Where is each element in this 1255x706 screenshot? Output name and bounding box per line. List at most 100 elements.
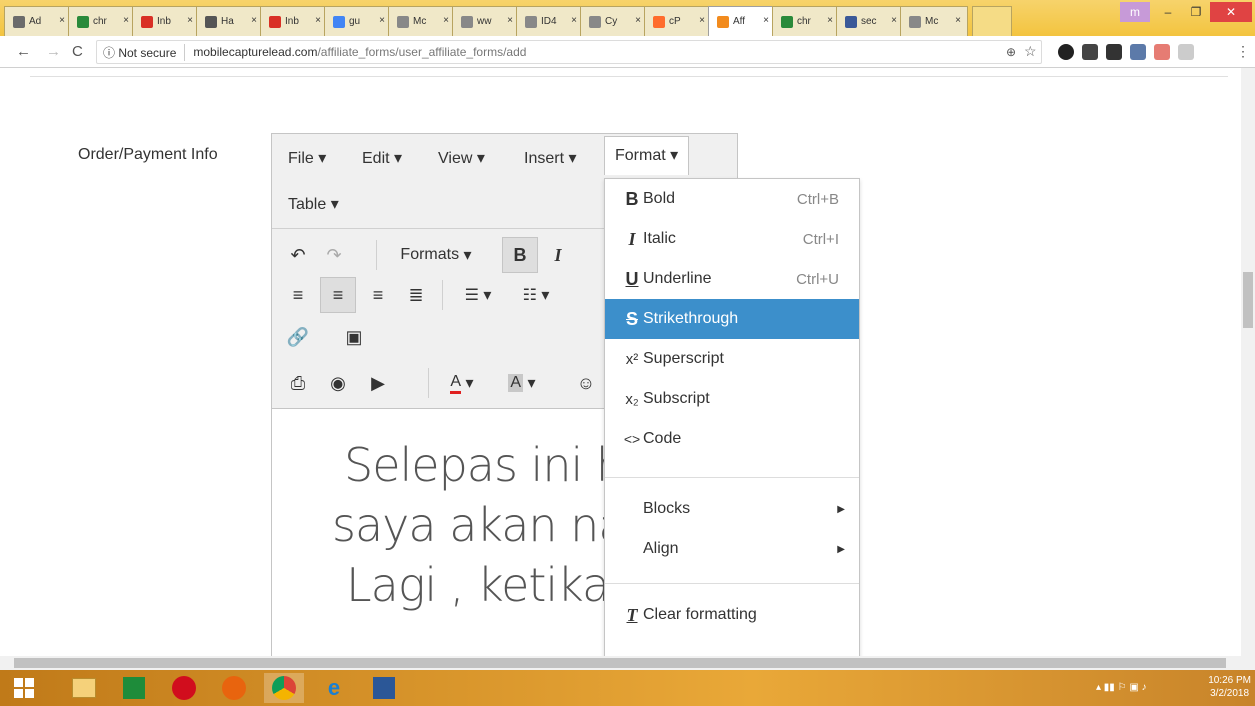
bookmark-star-icon[interactable]: ☆ <box>1024 43 1037 60</box>
field-label: Order/Payment Info <box>78 146 218 163</box>
security-indicator[interactable]: ⓘ Not secure <box>103 43 186 61</box>
browser-tab[interactable]: Aff × <box>708 6 776 36</box>
restore-button[interactable]: ❐ <box>1182 2 1210 22</box>
formats-dropdown[interactable]: Formats ▾ <box>386 237 486 273</box>
menu-table[interactable]: Table ▾ <box>288 194 339 214</box>
bold-button[interactable]: B <box>502 237 538 273</box>
close-window-button[interactable]: ✕ <box>1210 2 1252 22</box>
browser-tab[interactable]: Inb × <box>260 6 328 36</box>
menu-item-bold[interactable]: B Bold Ctrl+B <box>605 179 859 219</box>
menu-kebab-icon[interactable]: ⋮ <box>1236 43 1250 60</box>
reload-icon[interactable]: C <box>72 43 83 60</box>
menu-item-superscript[interactable]: x² Superscript <box>605 339 859 379</box>
menu-item-italic[interactable]: I Italic Ctrl+I <box>605 219 859 259</box>
chrome-icon[interactable] <box>264 673 304 703</box>
browser-tab[interactable]: chr × <box>772 6 840 36</box>
extension-icon[interactable] <box>1154 44 1170 60</box>
forward-icon[interactable]: → <box>46 43 61 60</box>
emoticons-icon[interactable]: ☺ <box>568 365 604 401</box>
browser-tab[interactable]: Mc × <box>900 6 968 36</box>
minimize-button[interactable]: – <box>1154 2 1182 22</box>
menu-item-blocks[interactable]: Blocks ▶ <box>605 489 859 529</box>
undo-icon[interactable]: ↶ <box>280 237 316 273</box>
italic-button[interactable]: I <box>540 237 576 273</box>
media-icon[interactable]: ▶ <box>360 365 396 401</box>
tab-close-icon[interactable]: × <box>379 15 385 26</box>
scrollbar-thumb[interactable] <box>14 658 1226 668</box>
menu-item-subscript[interactable]: x₂ Subscript <box>605 379 859 419</box>
tab-close-icon[interactable]: × <box>763 15 769 26</box>
browser-tab[interactable]: Ha × <box>196 6 264 36</box>
browser-tab[interactable]: gu × <box>324 6 392 36</box>
text-color-icon[interactable]: A ▾ <box>436 365 488 401</box>
menu-format[interactable]: Format ▾ <box>604 136 690 175</box>
menu-item-align[interactable]: Align ▶ <box>605 529 859 569</box>
back-icon[interactable]: ← <box>16 43 31 60</box>
extension-icon[interactable] <box>1082 44 1098 60</box>
word-icon[interactable] <box>364 673 404 703</box>
background-color-icon[interactable]: A ▾ <box>496 365 548 401</box>
menu-item-code[interactable]: <> Code <box>605 419 859 459</box>
tab-close-icon[interactable]: × <box>507 15 513 26</box>
vertical-scrollbar[interactable] <box>1241 68 1255 656</box>
tab-close-icon[interactable]: × <box>251 15 257 26</box>
menu-item-strikethrough[interactable]: S Strikethrough <box>605 299 859 339</box>
browser-tab[interactable]: cP × <box>644 6 712 36</box>
tab-close-icon[interactable]: × <box>571 15 577 26</box>
scrollbar-thumb[interactable] <box>1243 272 1253 328</box>
browser-tab[interactable]: Inb × <box>132 6 200 36</box>
extension-icon[interactable] <box>1130 44 1146 60</box>
menu-file[interactable]: File ▾ <box>288 148 326 168</box>
internet-explorer-icon[interactable]: e <box>314 673 354 703</box>
browser-tab[interactable]: ww × <box>452 6 520 36</box>
tab-close-icon[interactable]: × <box>123 15 129 26</box>
image-icon[interactable]: ▣ <box>336 319 372 355</box>
menu-item-clear-formatting[interactable]: T Clear formatting <box>605 595 859 635</box>
address-bar[interactable]: ⓘ Not secure mobilecapturelead.com /affi… <box>96 40 1042 64</box>
align-center-icon[interactable]: ≡ <box>320 277 356 313</box>
menu-edit[interactable]: Edit ▾ <box>362 148 402 168</box>
store-icon[interactable] <box>114 673 154 703</box>
clock[interactable]: 10:26 PM 3/2/2018 <box>1208 674 1251 700</box>
browser-tab[interactable]: Mc × <box>388 6 456 36</box>
menu-view[interactable]: View ▾ <box>438 148 485 168</box>
zoom-icon[interactable]: ⊕ <box>1006 45 1016 59</box>
tab-close-icon[interactable]: × <box>187 15 193 26</box>
menu-item-underline[interactable]: U Underline Ctrl+U <box>605 259 859 299</box>
code-icon: <> <box>623 431 641 447</box>
new-tab-button[interactable] <box>972 6 1012 36</box>
horizontal-scrollbar[interactable] <box>0 656 1255 670</box>
tab-close-icon[interactable]: × <box>699 15 705 26</box>
system-tray-icons[interactable]: ▴ ▮▮ ⚐ ▣ ♪ <box>1096 682 1147 693</box>
bullet-list-icon[interactable]: ☰ ▾ <box>450 277 506 313</box>
file-explorer-icon[interactable] <box>64 673 104 703</box>
tab-close-icon[interactable]: × <box>827 15 833 26</box>
browser-tab[interactable]: Cy × <box>580 6 648 36</box>
link-icon[interactable]: 🔗 <box>280 319 316 355</box>
opera-icon[interactable] <box>164 673 204 703</box>
tab-close-icon[interactable]: × <box>635 15 641 26</box>
profile-button[interactable]: m <box>1120 2 1150 22</box>
browser-tab[interactable]: chr × <box>68 6 136 36</box>
tab-close-icon[interactable]: × <box>59 15 65 26</box>
justify-icon[interactable]: ≣ <box>398 277 434 313</box>
start-button[interactable] <box>4 673 44 703</box>
tab-close-icon[interactable]: × <box>443 15 449 26</box>
tab-close-icon[interactable]: × <box>315 15 321 26</box>
redo-icon[interactable]: ↷ <box>316 237 352 273</box>
tab-close-icon[interactable]: × <box>955 15 961 26</box>
firefox-icon[interactable] <box>214 673 254 703</box>
extension-icon[interactable] <box>1178 44 1194 60</box>
preview-icon[interactable]: ◉ <box>320 365 356 401</box>
extension-icon[interactable] <box>1058 44 1074 60</box>
print-icon[interactable]: ⎙ <box>280 365 316 401</box>
align-right-icon[interactable]: ≡ <box>360 277 396 313</box>
align-left-icon[interactable]: ≡ <box>280 277 316 313</box>
numbered-list-icon[interactable]: ☷ ▾ <box>508 277 564 313</box>
browser-tab[interactable]: ID4 × <box>516 6 584 36</box>
extension-icon[interactable] <box>1106 44 1122 60</box>
menu-insert[interactable]: Insert ▾ <box>524 148 577 168</box>
browser-tab[interactable]: Ad × <box>4 6 72 36</box>
browser-tab[interactable]: sec × <box>836 6 904 36</box>
tab-close-icon[interactable]: × <box>891 15 897 26</box>
